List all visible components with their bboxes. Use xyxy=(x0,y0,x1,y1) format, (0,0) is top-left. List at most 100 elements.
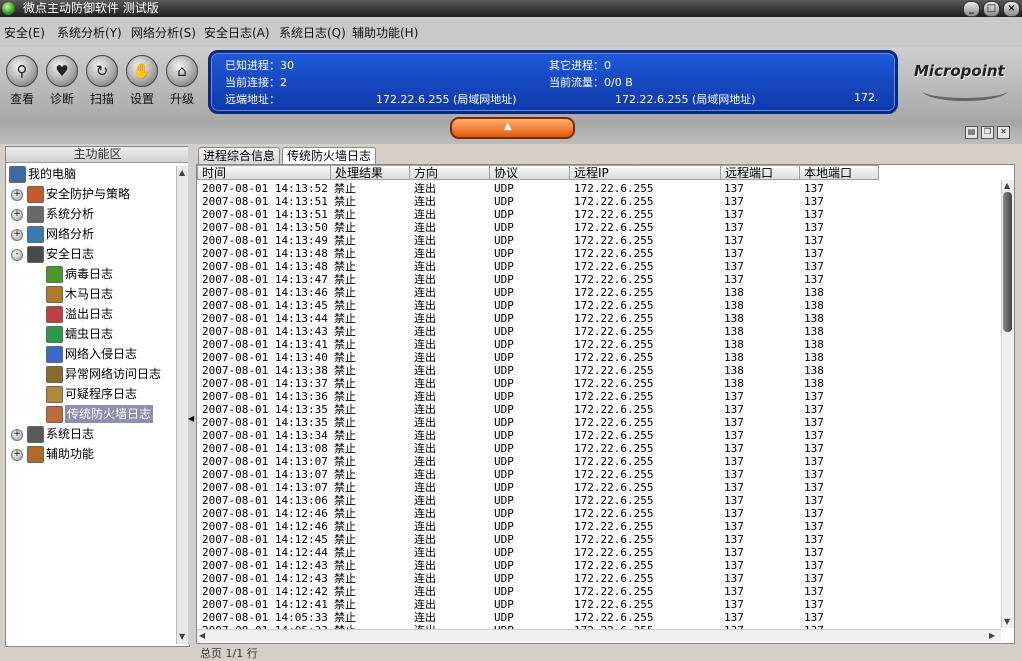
brand-text: Micropoint xyxy=(914,62,1005,80)
scroll-right-icon[interactable]: ▶ xyxy=(989,631,995,640)
upgrade-button[interactable]: ⌂ 升级 xyxy=(162,55,202,107)
minimize-button[interactable]: _ xyxy=(963,1,980,17)
table-cell: 137 xyxy=(724,598,744,611)
horizontal-scrollbar[interactable]: ◀ ▶ xyxy=(197,629,1001,642)
table-cell: UDP xyxy=(494,221,514,234)
remote-address-1: 172.22.6.255 (局域网地址) xyxy=(376,93,517,106)
table-cell: 172.22.6.255 xyxy=(574,559,654,572)
scroll-up-icon[interactable]: ▲ xyxy=(179,168,185,177)
diagnose-button[interactable]: ♥ 诊断 xyxy=(42,55,82,107)
table-row[interactable]: 2007-08-01 14:12:45 禁止 连出 UDP 172.22.6.255 13… xyxy=(197,533,1001,546)
scroll-thumb[interactable] xyxy=(1003,192,1012,332)
menu-security[interactable]: 安全(E) xyxy=(4,24,45,41)
table-cell: 172.22.6.255 xyxy=(574,182,654,195)
table-row[interactable]: 2007-08-01 14:12:46 禁止 连出 UDP 172.22.6.255 13… xyxy=(197,507,1001,520)
panel-splitter[interactable]: ◀ xyxy=(188,146,195,645)
table-row[interactable]: 2007-08-01 14:12:43 禁止 连出 UDP 172.22.6.255 13… xyxy=(197,572,1001,585)
col-remote-ip[interactable]: 远程IP xyxy=(569,165,721,180)
table-row[interactable]: 2007-08-01 14:13:50 禁止 连出 UDP 172.22.6.255 13… xyxy=(197,221,1001,234)
table-cell: 禁止 xyxy=(334,195,356,208)
scroll-up-icon[interactable]: ▲ xyxy=(1004,181,1010,190)
col-local-port[interactable]: 本地端口 xyxy=(799,165,879,180)
menu-tools[interactable]: 辅助功能(H) xyxy=(352,24,418,41)
tab-firewall-log[interactable]: 传统防火墙日志 xyxy=(282,147,377,164)
table-cell: 连出 xyxy=(414,273,436,286)
restore-icon[interactable]: ❐ xyxy=(981,126,994,139)
table-cell: 连出 xyxy=(414,351,436,364)
table-row[interactable]: 2007-08-01 14:13:40 禁止 连出 UDP 172.22.6.255 13… xyxy=(197,351,1001,364)
table-row[interactable]: 2007-08-01 14:12:42 禁止 连出 UDP 172.22.6.255 13… xyxy=(197,585,1001,598)
table-row[interactable]: 2007-08-01 14:13:45 禁止 连出 UDP 172.22.6.255 13… xyxy=(197,299,1001,312)
table-row[interactable]: 2007-08-01 14:13:38 禁止 连出 UDP 172.22.6.255 13… xyxy=(197,364,1001,377)
col-direction[interactable]: 方向 xyxy=(409,165,490,180)
table-cell: 2007-08-01 14:13:37 xyxy=(202,377,328,390)
table-row[interactable]: 2007-08-01 14:13:44 禁止 连出 UDP 172.22.6.255 13… xyxy=(197,312,1001,325)
remote-address-2: 172.22.6.255 (局域网地址) xyxy=(615,93,756,106)
expand-icon[interactable]: + xyxy=(11,189,23,201)
table-row[interactable]: 2007-08-01 14:12:44 禁止 连出 UDP 172.22.6.255 13… xyxy=(197,546,1001,559)
table-row[interactable]: 2007-08-01 14:13:36 禁止 连出 UDP 172.22.6.255 13… xyxy=(197,390,1001,403)
close-button[interactable]: × xyxy=(1003,1,1020,17)
table-cell: 禁止 xyxy=(334,299,356,312)
table-row[interactable]: 2007-08-01 14:13:07 禁止 连出 UDP 172.22.6.255 13… xyxy=(197,468,1001,481)
settings-button[interactable]: ✋ 设置 xyxy=(122,55,162,107)
collapse-panel-button[interactable]: ▲ xyxy=(450,117,575,139)
table-row[interactable]: 2007-08-01 14:13:48 禁止 连出 UDP 172.22.6.255 13… xyxy=(197,247,1001,260)
scroll-left-icon[interactable]: ◀ xyxy=(199,631,205,640)
table-row[interactable]: 2007-08-01 14:13:48 禁止 连出 UDP 172.22.6.255 13… xyxy=(197,260,1001,273)
table-row[interactable]: 2007-08-01 14:13:08 禁止 连出 UDP 172.22.6.255 13… xyxy=(197,442,1001,455)
scroll-down-icon[interactable]: ▼ xyxy=(1004,617,1010,626)
table-row[interactable]: 2007-08-01 14:13:51 禁止 连出 UDP 172.22.6.255 13… xyxy=(197,195,1001,208)
table-row[interactable]: 2007-08-01 14:13:34 禁止 连出 UDP 172.22.6.255 13… xyxy=(197,429,1001,442)
tree-item-label: 系统日志 xyxy=(46,427,95,441)
collapse-icon[interactable]: - xyxy=(11,249,23,261)
maximize-button[interactable]: □ xyxy=(983,1,1000,17)
expand-icon[interactable]: + xyxy=(11,429,23,441)
menu-system-log[interactable]: 系统日志(Q) xyxy=(279,24,346,41)
main-function-panel: 主功能区 我的电脑 + 安全防护与策略 + 系统分析 + 网络分析 - 安全日志 病毒日志 木马日志… xyxy=(5,146,190,647)
table-row[interactable]: 2007-08-01 14:12:43 禁止 连出 UDP 172.22.6.255 13… xyxy=(197,559,1001,572)
menu-network-analysis[interactable]: 网络分析(S) xyxy=(131,24,196,41)
col-protocol[interactable]: 协议 xyxy=(489,165,570,180)
table-cell: 138 xyxy=(724,377,744,390)
expand-icon[interactable]: + xyxy=(11,209,23,221)
table-cell: 连出 xyxy=(414,416,436,429)
table-cell: 138 xyxy=(804,338,824,351)
table-cell: 连出 xyxy=(414,299,436,312)
menu-system-analysis[interactable]: 系统分析(Y) xyxy=(57,24,122,41)
table-cell: 172.22.6.255 xyxy=(574,221,654,234)
diagnose-label: 诊断 xyxy=(49,92,74,106)
table-cell: 137 xyxy=(804,494,824,507)
table-row[interactable]: 2007-08-01 14:13:41 禁止 连出 UDP 172.22.6.255 13… xyxy=(197,338,1001,351)
table-row[interactable]: 2007-08-01 14:13:43 禁止 连出 UDP 172.22.6.255 13… xyxy=(197,325,1001,338)
menu-security-log[interactable]: 安全日志(A) xyxy=(204,24,270,41)
scan-button[interactable]: ↻ 扫描 xyxy=(82,55,122,107)
scroll-down-icon[interactable]: ▼ xyxy=(179,632,185,641)
table-row[interactable]: 2007-08-01 14:12:41 禁止 连出 UDP 172.22.6.255 13… xyxy=(197,598,1001,611)
table-row[interactable]: 2007-08-01 14:13:35 禁止 连出 UDP 172.22.6.255 13… xyxy=(197,403,1001,416)
view-button[interactable]: ⚲ 查看 xyxy=(2,55,42,107)
table-row[interactable]: 2007-08-01 14:05:33 禁止 连出 UDP 172.22.6.255 13… xyxy=(197,611,1001,624)
view-list-icon[interactable]: ▤ xyxy=(965,126,978,139)
table-row[interactable]: 2007-08-01 14:13:35 禁止 连出 UDP 172.22.6.255 13… xyxy=(197,416,1001,429)
table-row[interactable]: 2007-08-01 14:12:46 禁止 连出 UDP 172.22.6.255 13… xyxy=(197,520,1001,533)
table-row[interactable]: 2007-08-01 14:13:52 禁止 连出 UDP 172.22.6.255 13… xyxy=(197,182,1001,195)
table-row[interactable]: 2007-08-01 14:13:37 禁止 连出 UDP 172.22.6.255 13… xyxy=(197,377,1001,390)
table-row[interactable]: 2007-08-01 14:13:51 禁止 连出 UDP 172.22.6.255 13… xyxy=(197,208,1001,221)
table-cell: UDP xyxy=(494,325,514,338)
table-row[interactable]: 2007-08-01 14:13:49 禁止 连出 UDP 172.22.6.255 13… xyxy=(197,234,1001,247)
table-row[interactable]: 2007-08-01 14:13:06 禁止 连出 UDP 172.22.6.255 13… xyxy=(197,494,1001,507)
col-result[interactable]: 处理结果 xyxy=(330,165,410,180)
table-row[interactable]: 2007-08-01 14:13:07 禁止 连出 UDP 172.22.6.255 13… xyxy=(197,481,1001,494)
expand-icon[interactable]: + xyxy=(11,449,23,461)
table-cell: UDP xyxy=(494,377,514,390)
col-time[interactable]: 时间 xyxy=(197,165,331,180)
tab-process-info[interactable]: 进程综合信息 xyxy=(198,147,281,164)
vertical-scrollbar[interactable]: ▲ ▼ xyxy=(1001,180,1014,628)
table-row[interactable]: 2007-08-01 14:13:46 禁止 连出 UDP 172.22.6.255 13… xyxy=(197,286,1001,299)
table-row[interactable]: 2007-08-01 14:13:07 禁止 连出 UDP 172.22.6.255 13… xyxy=(197,455,1001,468)
table-row[interactable]: 2007-08-01 14:13:47 禁止 连出 UDP 172.22.6.255 13… xyxy=(197,273,1001,286)
expand-icon[interactable]: + xyxy=(11,229,23,241)
close-panel-icon[interactable]: ✕ xyxy=(997,126,1010,139)
col-remote-port[interactable]: 远程端口 xyxy=(720,165,800,180)
